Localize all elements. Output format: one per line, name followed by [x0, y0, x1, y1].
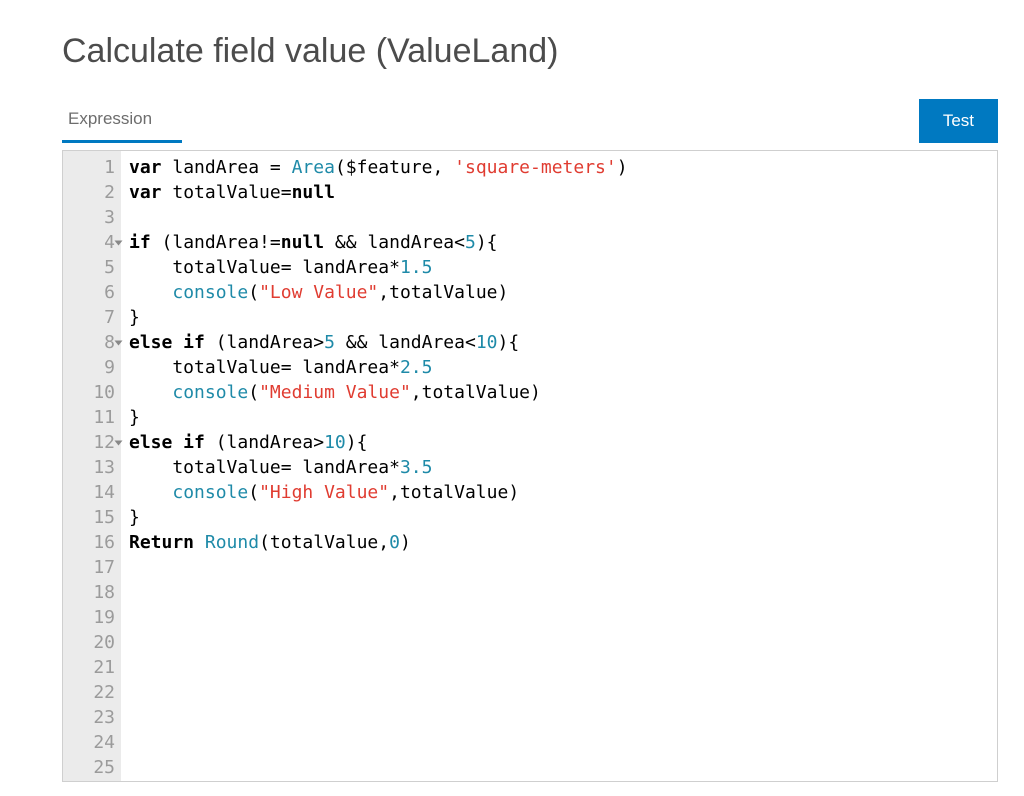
code-line[interactable] — [129, 680, 989, 705]
code-line[interactable]: totalValue= landArea*3.5 — [129, 455, 989, 480]
line-number: 21 — [77, 655, 115, 680]
line-number: 2 — [77, 180, 115, 205]
code-line[interactable] — [129, 730, 989, 755]
code-line[interactable]: Return Round(totalValue,0) — [129, 530, 989, 555]
toolbar: Expression Test — [62, 99, 998, 144]
line-number: 13 — [77, 455, 115, 480]
line-number: 12 — [77, 430, 115, 455]
code-line[interactable] — [129, 555, 989, 580]
line-number: 4 — [77, 230, 115, 255]
code-line[interactable]: var landArea = Area($feature, 'square-me… — [129, 155, 989, 180]
code-line[interactable]: } — [129, 305, 989, 330]
line-number: 19 — [77, 605, 115, 630]
tab-expression[interactable]: Expression — [62, 99, 182, 143]
line-number: 16 — [77, 530, 115, 555]
editor-gutter: 1234567891011121314151617181920212223242… — [63, 151, 121, 781]
code-line[interactable]: console("Low Value",totalValue) — [129, 280, 989, 305]
line-number: 6 — [77, 280, 115, 305]
line-number: 14 — [77, 480, 115, 505]
code-line[interactable]: var totalValue=null — [129, 180, 989, 205]
editor-code[interactable]: var landArea = Area($feature, 'square-me… — [121, 151, 997, 781]
code-line[interactable] — [129, 205, 989, 230]
line-number: 7 — [77, 305, 115, 330]
line-number: 1 — [77, 155, 115, 180]
code-line[interactable] — [129, 605, 989, 630]
code-line[interactable]: totalValue= landArea*2.5 — [129, 355, 989, 380]
code-line[interactable]: if (landArea!=null && landArea<5){ — [129, 230, 989, 255]
code-line[interactable] — [129, 580, 989, 605]
line-number: 17 — [77, 555, 115, 580]
code-line[interactable] — [129, 630, 989, 655]
code-line[interactable]: else if (landArea>5 && landArea<10){ — [129, 330, 989, 355]
line-number: 8 — [77, 330, 115, 355]
code-line[interactable]: totalValue= landArea*1.5 — [129, 255, 989, 280]
code-editor[interactable]: 1234567891011121314151617181920212223242… — [62, 150, 998, 782]
tabs: Expression — [62, 99, 182, 143]
line-number: 20 — [77, 630, 115, 655]
code-line[interactable]: console("High Value",totalValue) — [129, 480, 989, 505]
line-number: 23 — [77, 705, 115, 730]
test-button[interactable]: Test — [919, 99, 998, 143]
code-line[interactable]: } — [129, 405, 989, 430]
line-number: 9 — [77, 355, 115, 380]
line-number: 24 — [77, 730, 115, 755]
line-number: 25 — [77, 755, 115, 780]
code-line[interactable]: } — [129, 505, 989, 530]
code-line[interactable]: console("Medium Value",totalValue) — [129, 380, 989, 405]
line-number: 15 — [77, 505, 115, 530]
code-line[interactable] — [129, 655, 989, 680]
line-number: 18 — [77, 580, 115, 605]
page-title: Calculate field value (ValueLand) — [62, 32, 998, 71]
line-number: 10 — [77, 380, 115, 405]
code-line[interactable] — [129, 705, 989, 730]
code-line[interactable] — [129, 755, 989, 780]
line-number: 5 — [77, 255, 115, 280]
line-number: 3 — [77, 205, 115, 230]
code-line[interactable]: else if (landArea>10){ — [129, 430, 989, 455]
line-number: 11 — [77, 405, 115, 430]
line-number: 22 — [77, 680, 115, 705]
